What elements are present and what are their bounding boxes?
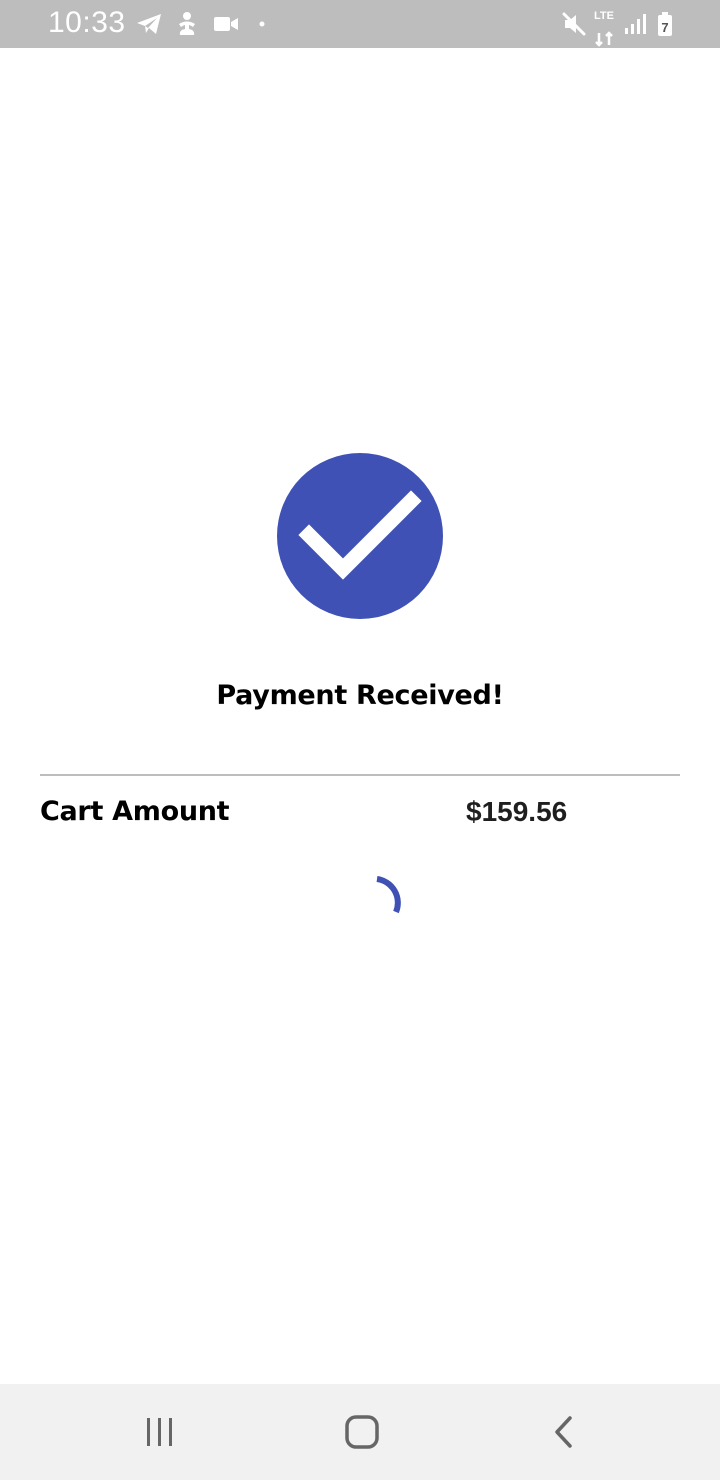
home-button[interactable] [312,1384,412,1480]
status-bar: 10:33 LTE 7 [0,0,720,48]
cart-amount-label: Cart Amount [40,796,230,827]
lte-data-icon [592,10,616,58]
mute-icon [560,0,588,48]
battery-icon: 7 [654,0,676,48]
accessibility-icon [174,0,200,48]
divider [40,774,680,776]
home-icon [345,1415,379,1449]
navigation-bar [0,1384,720,1480]
cart-amount-value: $159.56 [466,796,568,827]
status-time: 10:33 [48,6,126,39]
video-camera-icon [212,0,240,48]
back-icon [555,1416,572,1448]
signal-icon [622,0,650,48]
payment-title: Payment Received! [216,680,504,711]
check-circle-icon [277,453,443,619]
recents-button[interactable] [110,1384,210,1480]
dot-icon [256,0,268,48]
recents-icon [147,1418,172,1446]
loading-spinner-icon [360,872,408,920]
back-button[interactable] [514,1384,614,1480]
telegram-icon [134,0,164,48]
battery-level: 7 [661,20,668,35]
